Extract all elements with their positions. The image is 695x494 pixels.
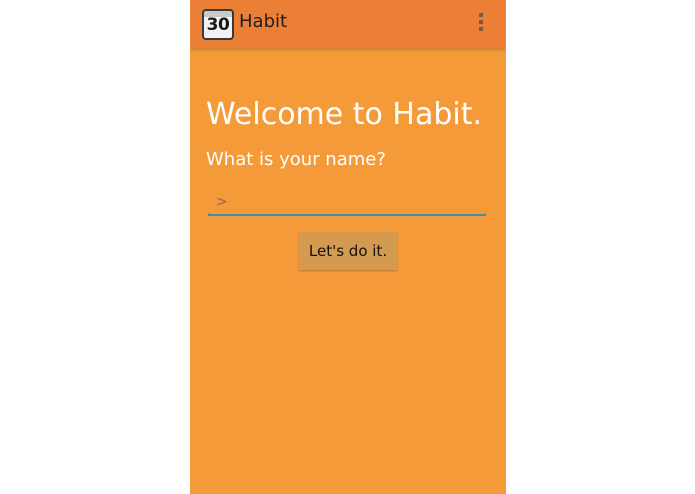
lets-do-it-button[interactable]: Let's do it. (299, 232, 397, 270)
app-screen: 30 Habit Welcome to Habit. What is your … (190, 0, 506, 494)
overflow-menu-icon[interactable] (476, 13, 486, 35)
action-bar: 30 Habit (190, 0, 506, 48)
name-input[interactable] (208, 189, 486, 215)
name-input-underline (208, 213, 486, 216)
calendar-icon[interactable]: 30 (202, 9, 234, 40)
overflow-dot-icon (479, 20, 483, 24)
overflow-dot-icon (479, 13, 483, 17)
overflow-dot-icon (479, 27, 483, 31)
name-question: What is your name? (206, 149, 386, 170)
welcome-heading: Welcome to Habit. (206, 97, 483, 132)
app-title: Habit (239, 11, 288, 32)
